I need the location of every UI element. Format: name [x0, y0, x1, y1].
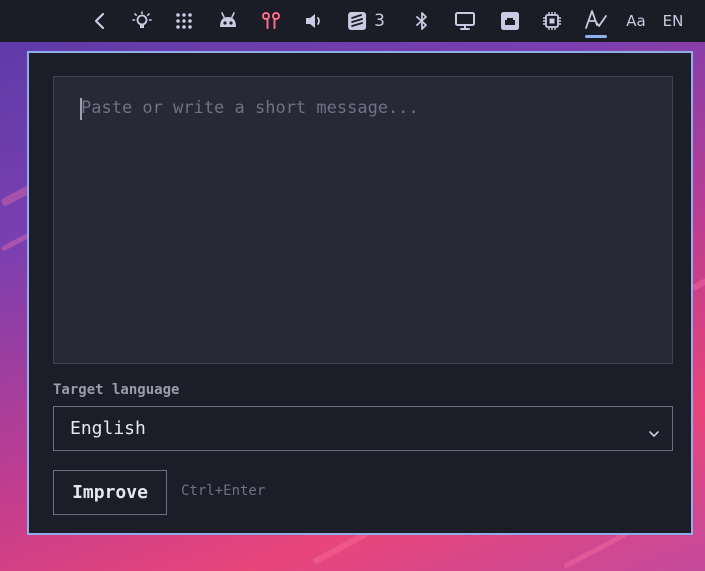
- chip-icon[interactable]: [542, 11, 562, 31]
- message-improver-panel: Paste or write a short message... Target…: [27, 51, 693, 535]
- wallpaper-streak: [0, 233, 30, 252]
- text-caret: [80, 98, 82, 120]
- target-language-value: English: [70, 418, 146, 439]
- signature-icon[interactable]: [584, 8, 608, 30]
- stack-count: 3: [374, 11, 385, 31]
- font-toggle[interactable]: Aa: [626, 12, 645, 30]
- speaker-icon[interactable]: [304, 12, 324, 30]
- chevron-down-icon: [648, 423, 660, 444]
- bulb-icon[interactable]: [132, 11, 152, 31]
- bluetooth-icon[interactable]: [415, 11, 429, 31]
- message-input-placeholder: Paste or write a short message...: [81, 98, 419, 118]
- top-bar: 3 Aa EN: [0, 0, 705, 42]
- target-language-label: Target language: [53, 382, 180, 398]
- language-indicator[interactable]: EN: [663, 12, 684, 30]
- wallpaper-streak: [312, 531, 368, 565]
- target-language-select[interactable]: English: [53, 406, 673, 451]
- chevron-left-icon[interactable]: [93, 12, 107, 30]
- monitor-icon[interactable]: [454, 11, 476, 31]
- shortcut-hint: Ctrl+Enter: [181, 483, 266, 499]
- improve-button[interactable]: Improve: [53, 470, 167, 515]
- wallpaper-streak: [562, 531, 628, 570]
- stack-icon[interactable]: 3: [347, 11, 385, 31]
- active-indicator: [585, 35, 607, 38]
- message-input[interactable]: Paste or write a short message...: [53, 76, 673, 364]
- ethernet-icon[interactable]: [500, 11, 520, 31]
- earbuds-icon[interactable]: [261, 11, 281, 31]
- grid-icon[interactable]: [175, 12, 193, 30]
- robot-icon[interactable]: [217, 12, 239, 30]
